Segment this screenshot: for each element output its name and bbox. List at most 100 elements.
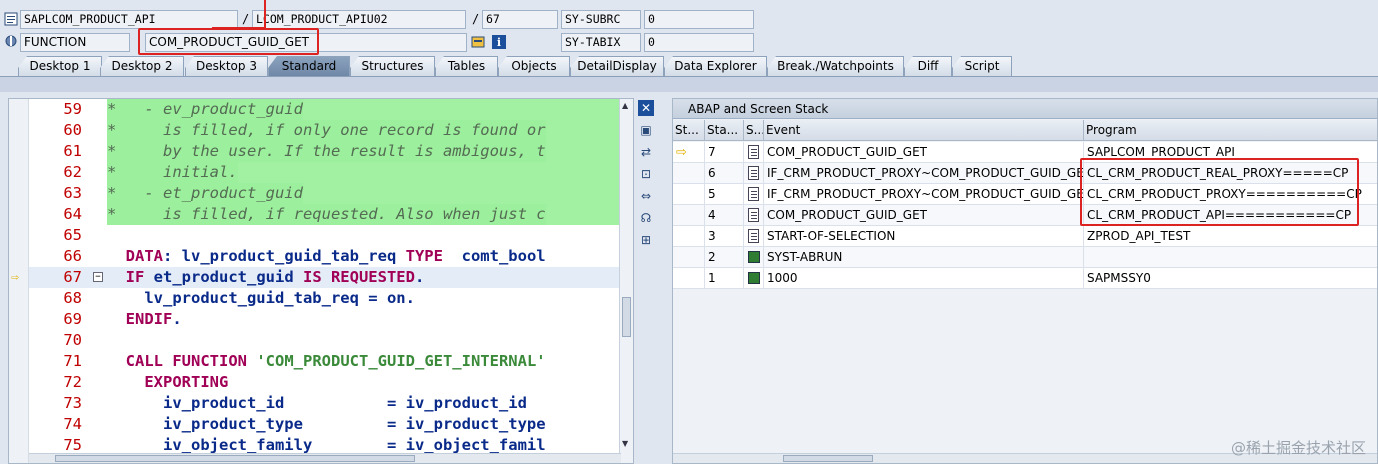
maximize-icon[interactable]: ⊡ [638,166,654,182]
collapse-toggle-icon[interactable]: − [93,272,103,282]
stack-level-cell: 2 [705,247,744,268]
event-cell: IF_CRM_PRODUCT_PROXY~COM_PRODUCT_GUID_GE… [764,163,1084,184]
line-number: 64 [63,205,82,223]
tab-script[interactable]: Script [952,56,1012,76]
line-number: 71 [63,352,82,370]
scroll-up-arrow[interactable]: ▲ [622,101,628,110]
tab-break-watchpoints[interactable]: Break./Watchpoints [767,56,904,76]
tab-desktop-3[interactable]: Desktop 3 [185,56,268,76]
code-text: CALL FUNCTION 'COM_PRODUCT_GUID_GET_INTE… [125,352,546,370]
tab-desktop-1[interactable]: Desktop 1 [18,56,102,76]
stack-level-cell: 6 [705,163,744,184]
code-line[interactable]: 68 lv_product_guid_tab_req = on. [29,288,629,309]
tab-detail-display[interactable]: DetailDisplay [570,56,664,76]
code-line[interactable]: 61 * by the user. If the result is ambigo… [29,141,629,162]
navigate-icon[interactable] [471,35,485,49]
type-cell [744,184,764,205]
code-text: * - et_product_guid [107,183,303,204]
code-line[interactable]: 64 * is filled, if requested. Also when j… [29,204,629,225]
sy-tabix-value[interactable]: 0 [644,33,754,52]
block-type-field[interactable]: FUNCTION [20,33,130,52]
scroll-down-arrow[interactable]: ▼ [622,439,628,448]
program-field[interactable]: SAPLCOM_PRODUCT_API [20,10,238,29]
stack-level-cell: 4 [705,205,744,226]
code-line[interactable]: 60 * is filled, if only one record is fou… [29,120,629,141]
watermark: @稀土掘金技术社区 [1230,439,1366,457]
new-tool-icon[interactable]: ▣ [638,122,654,138]
event-cell: COM_PRODUCT_GUID_GET [764,205,1084,226]
code-line[interactable]: 69 ENDIF. [29,309,629,330]
hscroll-thumb[interactable] [55,455,415,462]
line-number: 59 [63,100,82,118]
function-icon [5,35,17,47]
code-text: EXPORTING [144,373,229,391]
tab-desktop-2[interactable]: Desktop 2 [100,56,184,76]
code-text: ENDIF. [125,310,182,328]
stack-row[interactable]: 2 SYST-ABRUN [673,247,1377,268]
status-cell [673,163,705,184]
abap-screen-stack-panel: ABAP and Screen Stack St... Sta... S... … [672,98,1378,464]
column-header-stack-level[interactable]: Sta... [705,120,744,141]
screen-icon [748,251,760,263]
source-code-panel: 59 * - ev_product_guid 60 * is filled, if o… [8,98,634,464]
tab-tables[interactable]: Tables [435,56,498,76]
code-text: * is filled, if requested. Also when jus… [107,204,546,225]
code-line[interactable]: 66 DATA: lv_product_guid_tab_req TYPE co… [29,246,629,267]
source-document-icon [748,166,759,180]
code-line[interactable]: 74 iv_product_type = iv_product_type [29,414,629,435]
include-field[interactable]: LCOM_PRODUCT_APIU02 [252,10,466,29]
resize-icon[interactable]: ⇔ [638,188,654,204]
code-line[interactable]: 70 [29,330,629,351]
layout-icon[interactable]: ⊞ [638,232,654,248]
vertical-scrollbar[interactable]: ▲ ▼ [619,99,633,463]
info-icon[interactable]: i [492,35,506,49]
status-cell [673,226,705,247]
tab-standard[interactable]: Standard [268,56,350,76]
tab-data-explorer[interactable]: Data Explorer [664,56,767,76]
sy-subrc-value[interactable]: 0 [644,10,754,29]
event-cell: IF_CRM_PRODUCT_PROXY~COM_PRODUCT_GUID_GE… [764,184,1084,205]
stack-level-cell: 1 [705,268,744,289]
code-text: * is filled, if only one record is found… [107,120,546,141]
tab-objects[interactable]: Objects [498,56,570,76]
status-cell [673,205,705,226]
type-cell [744,226,764,247]
code-line[interactable]: 62 * initial. [29,162,629,183]
code-line[interactable]: 67 IF et_product_guid IS REQUESTED. ⇨ − [11,267,629,288]
close-icon[interactable]: ✕ [638,100,654,116]
current-line-arrow-icon: ⇨ [11,270,19,285]
highlight-box [138,28,319,55]
column-header-status[interactable]: St... [673,120,705,141]
line-number: 68 [63,289,82,307]
stack-level-cell: 7 [705,142,744,163]
program-highlight-box [1080,158,1359,226]
code-line[interactable]: 71 CALL FUNCTION 'COM_PRODUCT_GUID_GET_I… [29,351,629,372]
line-number-field[interactable]: 67 [482,10,558,29]
code-line[interactable]: 63 * - et_product_guid [29,183,629,204]
column-header-program[interactable]: Program [1084,120,1377,141]
code-line[interactable]: 59 * - ev_product_guid [29,99,629,120]
type-cell [744,163,764,184]
event-cell: START-OF-SELECTION [764,226,1084,247]
code-line[interactable]: 65 [29,225,629,246]
line-number: 74 [63,415,82,433]
code-text: * initial. [107,162,238,183]
tab-structures[interactable]: Structures [350,56,435,76]
code-text: * by the user. If the result is ambigous… [107,141,546,162]
separator: / [472,12,480,26]
column-header-type[interactable]: S... [744,120,764,141]
tab-diff[interactable]: Diff [904,56,952,76]
code-text: DATA: lv_product_guid_tab_req TYPE comt_… [125,247,546,265]
stack-row[interactable]: 1 1000 SAPMSSY0 [673,268,1377,289]
stack-hscroll-thumb[interactable] [783,455,873,462]
scroll-thumb[interactable] [622,297,631,337]
tab-strip: Desktop 1 Desktop 2 Desktop 3 Standard S… [0,56,1378,76]
swap-icon[interactable]: ⇄ [638,144,654,160]
horizontal-scrollbar[interactable] [29,453,621,463]
service-icon[interactable]: ☊ [638,210,654,226]
stack-row[interactable]: 3 START-OF-SELECTION ZPROD_API_TEST [673,226,1377,247]
line-number: 60 [63,121,82,139]
code-line[interactable]: 73 iv_product_id = iv_product_id [29,393,629,414]
column-header-event[interactable]: Event [764,120,1084,141]
code-line[interactable]: 72 EXPORTING [29,372,629,393]
